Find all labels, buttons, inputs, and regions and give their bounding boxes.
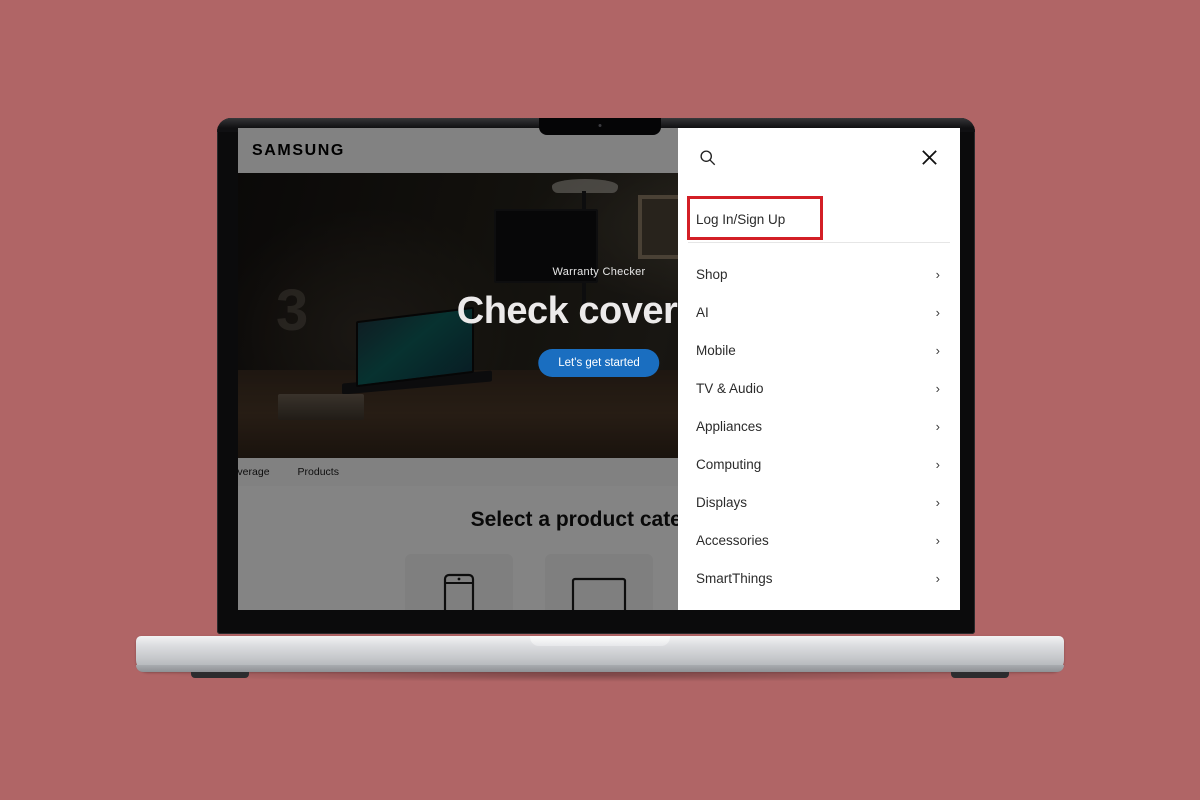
chevron-right-icon: › [935, 342, 940, 358]
close-icon[interactable] [918, 146, 940, 168]
tv-icon [571, 577, 627, 610]
laptop-mockup: SAMSUNG 3 Warranty Checker Check coverag… [0, 0, 1200, 800]
samsung-logo[interactable]: SAMSUNG [252, 142, 345, 160]
menu-item-displays[interactable]: Displays › [678, 483, 960, 521]
menu-item-label: Accessories [696, 532, 769, 548]
chevron-right-icon: › [935, 532, 940, 548]
chevron-right-icon: › [935, 494, 940, 510]
menu-item-label: SmartThings [696, 570, 773, 586]
chevron-right-icon: › [935, 380, 940, 396]
menu-item-label: Computing [696, 456, 762, 472]
menu-item-appliances[interactable]: Appliances › [678, 407, 960, 445]
menu-item-smartthings[interactable]: SmartThings › [678, 559, 960, 597]
webcam-dot [598, 124, 602, 127]
subnav-item-products[interactable]: Products [298, 466, 339, 478]
laptop-foot-left [191, 672, 249, 678]
menu-item-list: Shop › AI › Mobile › TV & Audio › Applia… [678, 255, 960, 597]
slideout-menu-panel: Log In/Sign Up Shop › AI › Mobile › TV &… [678, 128, 960, 610]
laptop-base [136, 636, 1064, 672]
menu-item-label: AI [696, 304, 709, 320]
chevron-right-icon: › [935, 570, 940, 586]
menu-item-mobile[interactable]: Mobile › [678, 331, 960, 369]
laptop-base-groove [530, 636, 670, 646]
menu-divider [688, 242, 950, 243]
menu-item-accessories[interactable]: Accessories › [678, 521, 960, 559]
menu-item-label: Mobile [696, 342, 736, 358]
menu-item-label: Shop [696, 266, 728, 282]
menu-item-shop[interactable]: Shop › [678, 255, 960, 293]
category-card-tv[interactable] [545, 554, 653, 610]
chevron-right-icon: › [935, 456, 940, 472]
samsung-webpage: SAMSUNG 3 Warranty Checker Check coverag… [238, 128, 960, 610]
menu-item-label: TV & Audio [696, 380, 764, 396]
phone-icon [443, 573, 475, 610]
chevron-right-icon: › [935, 418, 940, 434]
menu-item-label: Displays [696, 494, 748, 510]
chevron-right-icon: › [935, 266, 940, 282]
laptop-base-edge [136, 665, 1064, 672]
get-started-button[interactable]: Let's get started [538, 349, 660, 377]
menu-item-computing[interactable]: Computing › [678, 445, 960, 483]
menu-item-label: Appliances [696, 418, 763, 434]
menu-toolbar [678, 128, 960, 186]
menu-item-tv-audio[interactable]: TV & Audio › [678, 369, 960, 407]
login-signup-link[interactable]: Log In/Sign Up [678, 196, 960, 242]
login-signup-label: Log In/Sign Up [696, 211, 786, 227]
search-icon[interactable] [696, 146, 718, 168]
menu-item-ai[interactable]: AI › [678, 293, 960, 331]
browser-viewport: SAMSUNG 3 Warranty Checker Check coverag… [238, 128, 960, 610]
laptop-foot-right [951, 672, 1009, 678]
chevron-right-icon: › [935, 304, 940, 320]
subnav-item-coverage[interactable]: Coverage [238, 466, 270, 478]
category-card-phone[interactable] [405, 554, 513, 610]
laptop-notch [539, 118, 661, 135]
